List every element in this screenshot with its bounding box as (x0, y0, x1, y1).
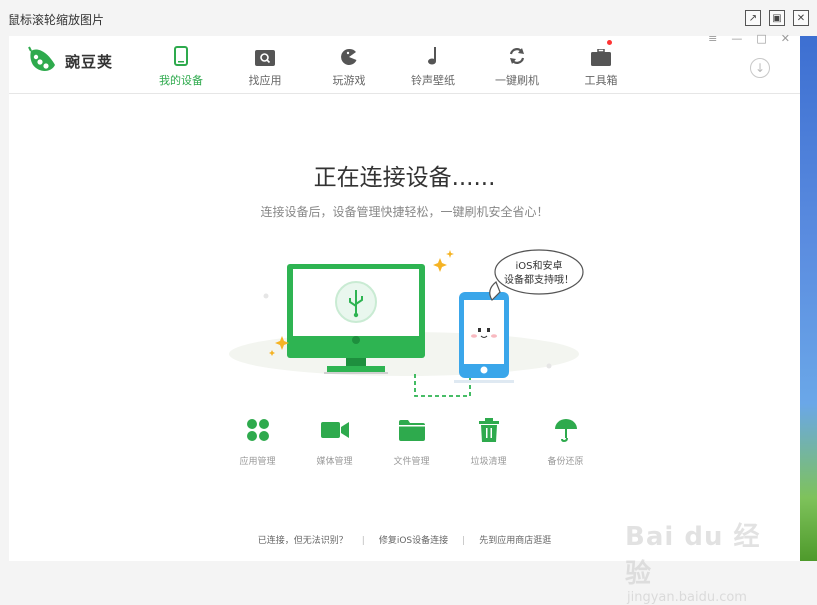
feature-junk-cleanup[interactable]: 垃圾清理 (450, 416, 527, 467)
apps-grid-icon (246, 419, 269, 441)
logo-text: 豌豆荚 (65, 52, 114, 71)
close-icon[interactable]: ✕ (781, 32, 790, 45)
viewer-title: 鼠标滚轮缩放图片 (8, 13, 105, 27)
baidu-watermark: Bai du 经验 jingyan.baidu.com (625, 516, 785, 605)
top-navigation: 豌豆荚 我的设备 找应用 玩游戏 铃声壁纸 一键刷机 工具箱 ≡ — □ ✕ ↓ (9, 32, 800, 94)
link-browse-app-store[interactable]: 先到应用商店逛逛 (479, 536, 551, 546)
video-camera-icon (320, 422, 349, 438)
connect-illustration: iOS和安卓 设备都支持哦！ (229, 249, 584, 397)
feature-backup-restore[interactable]: 备份还原 (527, 416, 604, 467)
main-nav: 我的设备 找应用 玩游戏 铃声壁纸 一键刷机 工具箱 (139, 40, 643, 88)
nav-label: 玩游戏 (332, 74, 366, 87)
feature-label: 文件管理 (393, 457, 430, 467)
feature-media-management[interactable]: 媒体管理 (296, 416, 373, 467)
close-icon[interactable]: ✕ (793, 10, 809, 26)
phone-icon (174, 46, 188, 66)
nav-label: 我的设备 (159, 74, 203, 87)
menu-icon[interactable]: ≡ (708, 32, 717, 45)
nav-flash[interactable]: 一键刷机 (475, 42, 559, 88)
watermark-brand: Bai du 经验 (625, 522, 761, 589)
nav-toolbox[interactable]: 工具箱 (559, 40, 643, 88)
link-connected-not-recognized[interactable]: 已连接，但无法识别？ (258, 536, 348, 546)
toolbox-icon (591, 49, 611, 66)
minimize-icon[interactable]: — (731, 32, 742, 45)
open-external-icon[interactable]: ↗ (745, 10, 761, 26)
fit-window-icon[interactable]: ▣ (769, 10, 785, 26)
bubble-line-1: iOS和安卓 (516, 259, 563, 272)
window-controls: ≡ — □ ✕ (708, 32, 790, 45)
nav-label: 找应用 (248, 74, 282, 87)
notification-dot (607, 40, 612, 45)
nav-label: 一键刷机 (495, 74, 539, 87)
page-title: 正在连接设备...... (313, 165, 496, 191)
viewer-controls: ↗ ▣ ✕ (745, 10, 809, 26)
nav-label: 铃声壁纸 (411, 74, 455, 87)
nav-label: 工具箱 (584, 74, 618, 87)
feature-label: 应用管理 (239, 457, 276, 467)
watermark-url: jingyan.baidu.com (627, 590, 747, 605)
search-icon (255, 50, 275, 66)
feature-app-management[interactable]: 应用管理 (219, 416, 296, 467)
game-icon (341, 48, 357, 65)
download-icon[interactable]: ↓ (750, 58, 770, 78)
phone-illustration-icon (454, 292, 514, 383)
feature-label: 媒体管理 (316, 457, 353, 467)
music-note-icon (428, 47, 436, 65)
feature-label: 备份还原 (547, 457, 584, 467)
feature-label: 垃圾清理 (470, 457, 507, 467)
maximize-icon[interactable]: □ (756, 32, 766, 45)
bubble-line-2: 设备都支持哦！ (504, 273, 574, 286)
feature-file-management[interactable]: 文件管理 (373, 416, 450, 467)
monitor-icon (287, 264, 425, 374)
nav-my-device[interactable]: 我的设备 (139, 42, 223, 88)
trash-icon (478, 418, 499, 442)
nav-find-apps[interactable]: 找应用 (223, 42, 307, 88)
background-strip (800, 36, 817, 561)
pea-logo-icon (28, 46, 55, 71)
umbrella-icon (554, 419, 577, 442)
nav-games[interactable]: 玩游戏 (307, 42, 391, 88)
refresh-icon (509, 48, 525, 64)
feature-list: 应用管理 媒体管理 文件管理 垃圾清理 备份还原 (219, 416, 604, 467)
logo: 豌豆荚 (27, 45, 113, 77)
folder-icon (398, 420, 425, 441)
page-subtitle: 连接设备后，设备管理快捷轻松，一键刷机安全省心！ (260, 205, 549, 219)
app-window: 豌豆荚 我的设备 找应用 玩游戏 铃声壁纸 一键刷机 工具箱 ≡ — □ ✕ ↓… (9, 32, 800, 561)
link-fix-ios-connection[interactable]: 修复iOS设备连接 (379, 536, 448, 546)
nav-ringtones[interactable]: 铃声壁纸 (391, 42, 475, 88)
